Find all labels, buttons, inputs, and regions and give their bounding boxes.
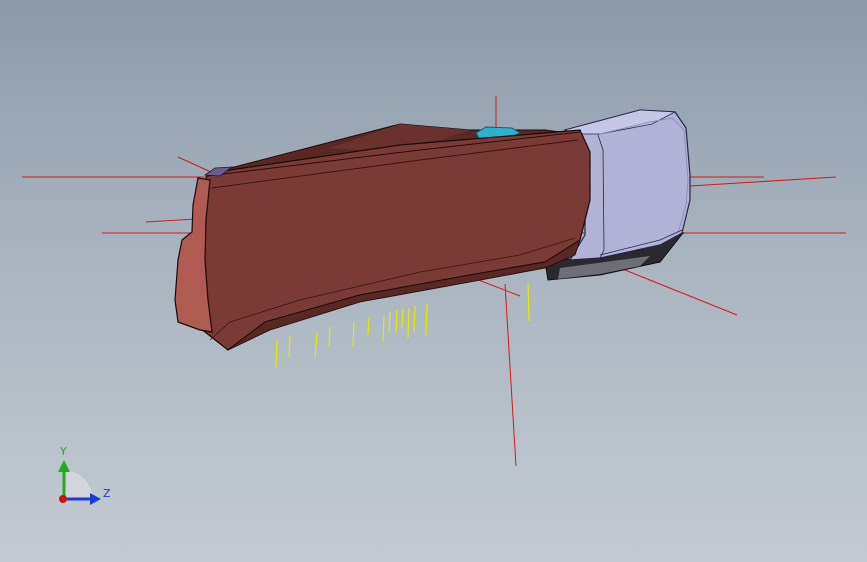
reference-line xyxy=(619,267,738,316)
model-canvas[interactable]: Y Z xyxy=(0,0,867,562)
pin-marker xyxy=(413,305,416,332)
pin-marker xyxy=(407,307,410,339)
coordinate-triad[interactable]: Y Z xyxy=(58,445,111,505)
triad-y-arrow-icon xyxy=(58,460,70,472)
reference-line xyxy=(689,176,837,187)
pin-marker xyxy=(401,308,404,329)
pin-marker xyxy=(328,326,331,348)
triad-y-label: Y xyxy=(59,445,67,458)
pin-marker xyxy=(288,335,291,358)
pin-marker xyxy=(527,282,530,322)
pin-marker xyxy=(388,311,391,334)
pin-marker xyxy=(395,309,398,334)
reference-line xyxy=(177,156,214,174)
pin-marker xyxy=(275,339,278,368)
triad-z-arrow-icon xyxy=(90,493,101,505)
3d-viewport[interactable]: Y Z xyxy=(0,0,867,562)
pin-marker xyxy=(382,314,385,342)
reference-line xyxy=(145,218,197,223)
pin-marker xyxy=(425,303,428,336)
triad-plane-icon xyxy=(63,469,94,500)
pin-marker xyxy=(367,317,370,336)
pin-marker xyxy=(314,332,318,359)
triad-z-label: Z xyxy=(103,487,111,500)
reference-line xyxy=(504,283,517,467)
pin-marker xyxy=(352,321,355,348)
triad-origin-icon xyxy=(59,495,67,503)
